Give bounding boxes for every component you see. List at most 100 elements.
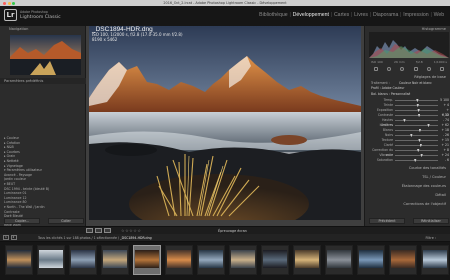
thumbnail-image [199,250,223,268]
basic-panel-header[interactable]: Réglages de base [414,75,446,79]
main-image-area: _DSC1894-HDR.dng ISO 100, 1/2000 s, f/2.… [86,26,364,226]
treatment-options[interactable]: Couleur Noir et blanc [399,81,432,85]
filmstrip-thumbnail[interactable] [101,245,129,275]
photo-info-overlay: _DSC1894-HDR.dng ISO 100, 1/2000 s, f/2.… [92,26,183,42]
slider-value[interactable]: - 6 [440,158,449,163]
slider-track[interactable] [395,130,438,131]
panel-section-header[interactable]: Étalonnage des couleurs [402,184,446,188]
thumbnail-image [103,250,127,268]
navigator-thumbnail[interactable] [10,35,81,75]
filmstrip-thumbnail[interactable] [165,245,193,275]
slider-track[interactable] [395,135,438,136]
radial-filter-icon[interactable] [426,67,431,71]
slider-track[interactable] [395,145,438,146]
panel-section-header[interactable]: TSL / Couleur [422,175,446,179]
slider-track[interactable] [395,110,438,111]
module-picker: Bibliothèque | Développement | Cartes | Livres… [257,12,446,18]
slider-track[interactable] [395,120,438,121]
crop-tool-icon[interactable] [373,67,378,71]
presets-header[interactable]: Paramètres prédéfinis [0,78,86,84]
filmstrip-thumbnail[interactable] [421,245,449,275]
tool-strip [369,66,449,72]
histogram [369,32,449,58]
main-photo[interactable] [89,26,361,220]
filmstrip-thumbnail[interactable] [229,245,257,275]
toolbar: ☆☆☆☆☆ Épreuvage écran [0,226,450,234]
identity-plate: Lr Adobe Photoshop Lightroom Classic Bib… [0,6,450,26]
thumbnail-image [39,250,63,268]
histogram-meta-item: f/2.8 [415,60,423,64]
filmstrip-thumbnail[interactable] [37,245,65,275]
histogram-meta: ISO 100 26 mm f/2.8 1/1000 s [371,60,447,64]
slider-track[interactable] [395,140,438,141]
filmstrip-thumbnail[interactable] [133,245,161,275]
filmstrip-thumbnail[interactable] [389,245,417,275]
module-tab[interactable]: Web [432,12,446,18]
thumbnail-image [7,250,31,268]
filmstrip-thumbnail[interactable] [293,245,321,275]
navigator-header[interactable]: Navigation [0,26,85,33]
filmstrip-thumbnail[interactable] [357,245,385,275]
thumbnail-image [71,250,95,268]
slider-row: Saturation - 6 [369,158,449,163]
slider-track[interactable] [395,160,438,161]
primary-screen-button[interactable]: 1 [3,235,9,240]
source-path: Tous les clichés [38,236,63,240]
rating-stars[interactable]: ☆☆☆☆☆ [121,228,141,233]
compare-view-icon[interactable] [95,228,102,233]
profile-selector[interactable]: Profil : Adobe Couleur [371,86,405,90]
histogram-meta-item: ISO 100 [371,60,383,64]
brand-line2: Lightroom Classic [20,15,61,20]
thumbnail-image [359,250,383,268]
filmstrip-thumbnail[interactable] [69,245,97,275]
module-tab[interactable]: Cartes [332,12,351,18]
slider-track[interactable] [395,155,438,156]
filmstrip-thumbnail[interactable] [197,245,225,275]
brush-icon[interactable] [440,67,445,71]
left-panel: Navigation Paramètres prédéfinis ▸ Coule… [0,26,86,236]
lightroom-logo: Lr [4,9,17,21]
thumbnail-image [423,250,447,268]
slider-label: Saturation [376,158,393,162]
module-tab[interactable]: Impression [402,12,431,18]
photo-count: 1 sur 188 photos / 1 sélectionnée / [63,236,120,240]
slider-track[interactable] [395,100,438,101]
histogram-meta-item: 1/1000 s [433,60,447,64]
module-tab[interactable]: Livres [352,12,369,18]
spot-removal-icon[interactable] [386,67,391,71]
copy-button[interactable]: Copier... [4,218,40,224]
filmstrip-thumbnail[interactable] [5,245,33,275]
filmstrip [0,242,450,280]
thumbnail-image [135,250,159,268]
slider-track[interactable] [395,105,438,106]
current-file: _DSC1894-HDR.dng [120,236,152,240]
slider-track[interactable] [395,125,438,126]
module-tab[interactable]: Développement [291,12,331,18]
graduated-filter-icon[interactable] [413,67,418,71]
panel-section-header[interactable]: Courbe des tonalités [409,166,446,170]
panel-section-header[interactable]: Corrections de l'objectif [403,202,446,206]
filmstrip-header: 1 2 Tous les clichés 1 sur 188 photos / … [0,234,450,242]
before-after-icon[interactable] [104,228,111,233]
thumbnail-image [263,250,287,268]
loupe-view-icon[interactable] [86,228,93,233]
filter-label[interactable]: Filtre : [425,235,436,241]
reset-button[interactable]: Réinitialiser [413,218,449,224]
slider-track[interactable] [395,150,438,151]
paste-button[interactable]: Coller [48,218,84,224]
filmstrip-thumbnail[interactable] [325,245,353,275]
panel-section-header[interactable]: Détail [435,193,446,197]
white-balance-selector[interactable]: Bal. blancs : Personnalisé [371,92,410,96]
thumbnail-image [327,250,351,268]
slider-track[interactable] [395,115,438,116]
brand: Adobe Photoshop Lightroom Classic [20,10,61,20]
secondary-screen-button[interactable]: 2 [10,235,17,240]
module-tab[interactable]: Bibliothèque [257,12,289,18]
filmstrip-thumbnail[interactable] [261,245,289,275]
previous-button[interactable]: Précédent [369,218,405,224]
thumbnail-image [391,250,415,268]
filmstrip-source[interactable]: Tous les clichés 1 sur 188 photos / 1 sé… [38,235,152,241]
red-eye-icon[interactable] [400,67,405,71]
screen-buttons: 1 2 [3,235,17,240]
module-tab[interactable]: Diaporama [371,12,400,18]
